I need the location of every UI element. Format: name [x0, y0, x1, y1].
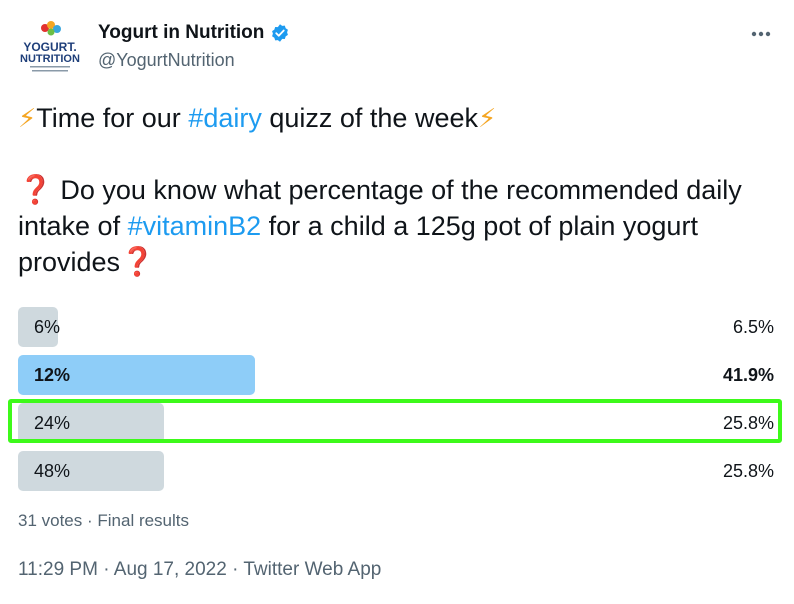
tweet-date[interactable]: Aug 17, 2022 — [114, 559, 227, 580]
question-mark-icon: ❓ — [120, 246, 155, 277]
tweet-text: ⚡Time for our #dairy quizz of the week⚡ … — [18, 100, 784, 280]
poll-status: Final results — [97, 511, 190, 530]
poll-option-4: 48% 25.8% — [18, 451, 774, 491]
tweet: YOGURT. NUTRITION Yogurt in Nutrition @Y… — [0, 0, 794, 604]
avatar-wordmark-bottom: NUTRITION — [20, 53, 80, 65]
tweet-text-segment: Time for our — [36, 103, 189, 133]
hashtag-dairy[interactable]: #dairy — [188, 103, 262, 133]
question-mark-icon: ❓ — [18, 174, 53, 205]
poll-option-1: 6% 6.5% — [18, 307, 774, 347]
tweet-meta: 11:29 PM · Aug 17, 2022 · Twitter Web Ap… — [18, 559, 381, 581]
avatar-wordmark-top: YOGURT. — [23, 40, 76, 54]
meta-separator: · — [97, 559, 114, 580]
lightning-icon: ⚡ — [18, 103, 37, 133]
verified-badge-icon — [270, 23, 290, 43]
tweet-text-segment: quizz of the week — [261, 103, 478, 133]
author-name-row: Yogurt in Nutrition — [98, 22, 290, 44]
poll-votes: 31 votes — [18, 511, 83, 530]
meta-separator: · — [226, 559, 244, 580]
poll-option-label: 6% — [34, 317, 61, 337]
poll-option-percent: 25.8% — [722, 413, 774, 433]
poll-option-label: 48% — [34, 461, 71, 481]
hashtag-vitaminb2[interactable]: #vitaminB2 — [128, 211, 262, 241]
poll-option-label: 24% — [34, 413, 71, 433]
poll-option-2: 12% 41.9% — [18, 355, 774, 395]
tweet-source[interactable]: Twitter Web App — [243, 559, 381, 580]
poll-footer: 31 votes · Final results — [18, 511, 189, 531]
tweet-time[interactable]: 11:29 PM — [18, 559, 98, 580]
author-handle[interactable]: @YogurtNutrition — [98, 50, 235, 71]
poll-separator: · — [82, 511, 98, 530]
poll-option-label: 12% — [34, 365, 71, 385]
poll-option-percent: 41.9% — [722, 365, 774, 385]
poll-option-percent: 6.5% — [732, 317, 774, 337]
lightning-icon: ⚡ — [477, 103, 497, 133]
author-name[interactable]: Yogurt in Nutrition — [98, 22, 264, 44]
more-horizontal-icon[interactable] — [746, 22, 776, 46]
tweet-line-2: ❓ Do you know what percentage of the rec… — [18, 172, 784, 280]
tweet-line-1: ⚡Time for our #dairy quizz of the week⚡ — [18, 100, 784, 136]
poll-option-percent: 25.8% — [722, 461, 774, 481]
yogurt-nutrition-logo: YOGURT. NUTRITION — [20, 21, 80, 72]
poll-option-3: 24% 25.8% — [18, 403, 774, 443]
avatar[interactable]: YOGURT. NUTRITION — [18, 18, 82, 82]
